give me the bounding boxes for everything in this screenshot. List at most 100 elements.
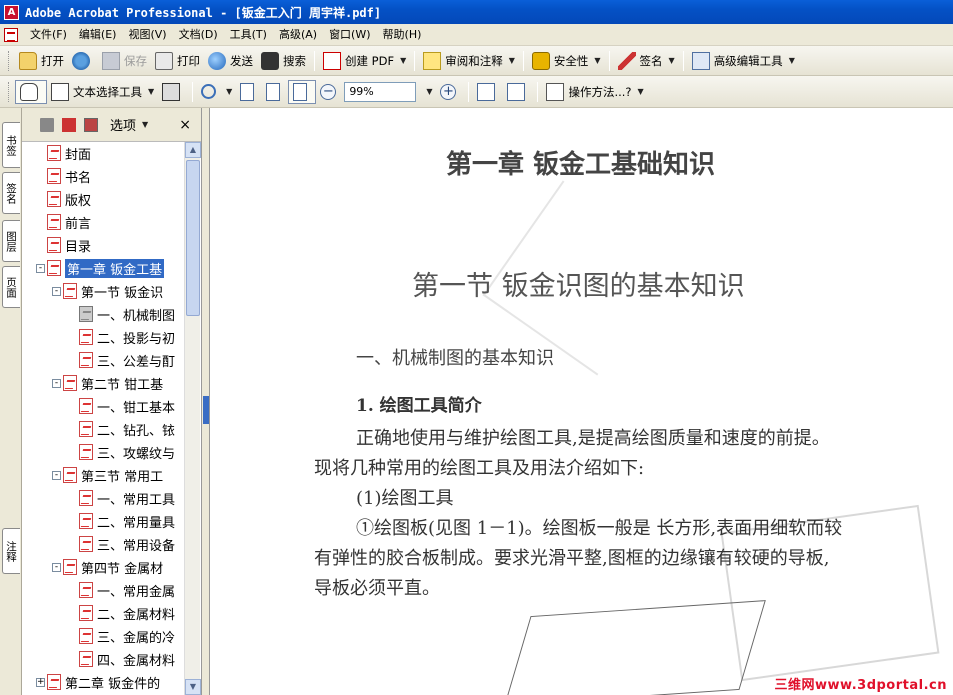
send-button[interactable]: 发送 bbox=[204, 49, 257, 73]
bookmark-item[interactable]: 书名 bbox=[36, 165, 91, 187]
zoom-in-button[interactable]: + bbox=[436, 80, 464, 104]
fit-page-button[interactable] bbox=[262, 80, 288, 104]
sign-button[interactable]: 签名 ▼ bbox=[614, 49, 679, 73]
scroll-up-icon[interactable]: ▲ bbox=[185, 142, 201, 158]
zoom-input[interactable]: 99% bbox=[344, 81, 417, 102]
scroll-down-icon[interactable]: ▼ bbox=[185, 679, 201, 695]
bookmark-item[interactable]: 目录 bbox=[36, 234, 91, 256]
bookmark-item[interactable]: 三、攻螺纹与 bbox=[68, 441, 175, 463]
tab-comments[interactable]: 注释 bbox=[2, 528, 20, 574]
options-menu[interactable]: 选项 bbox=[110, 115, 136, 134]
tab-bookmarks[interactable]: 书签 bbox=[2, 122, 20, 168]
bookmark-item[interactable]: 版权 bbox=[36, 188, 91, 210]
menu-view[interactable]: 视图(V) bbox=[122, 25, 172, 45]
create-pdf-button[interactable]: 创建 PDF ▼ bbox=[319, 49, 410, 73]
bookmark-item[interactable]: 一、常用工具 bbox=[68, 487, 175, 509]
trash-icon[interactable] bbox=[40, 117, 54, 132]
menu-advanced[interactable]: 高级(A) bbox=[273, 25, 323, 45]
menu-help[interactable]: 帮助(H) bbox=[377, 25, 428, 45]
rotate-ccw-button[interactable] bbox=[503, 80, 533, 104]
bookmark-item[interactable]: - 第三节 常用工 bbox=[52, 464, 163, 486]
how-to-button[interactable]: 操作方法...? ▼ bbox=[542, 80, 647, 104]
menu-edit[interactable]: 编辑(E) bbox=[73, 25, 123, 45]
open-button[interactable]: 打开 bbox=[15, 49, 68, 73]
hand-tool-button[interactable] bbox=[15, 79, 47, 104]
close-panel-button[interactable]: × bbox=[179, 117, 191, 133]
menu-document[interactable]: 文档(D) bbox=[173, 25, 224, 45]
tab-signatures[interactable]: 签名 bbox=[2, 172, 20, 214]
bookmark-item[interactable]: 三、公差与酊 bbox=[68, 349, 175, 371]
toolbar-grip[interactable] bbox=[8, 81, 11, 102]
scroll-thumb[interactable] bbox=[186, 160, 200, 316]
chevron-down-icon[interactable]: ▼ bbox=[148, 87, 154, 96]
bookmark-icon bbox=[79, 536, 93, 552]
search-button[interactable]: 搜索 bbox=[257, 49, 310, 73]
review-comment-button[interactable]: 审阅和注释 ▼ bbox=[419, 49, 519, 73]
bookmark-item[interactable]: 三、金属的冷 bbox=[68, 625, 175, 647]
bookmark-item[interactable]: - 第二节 钳工基 bbox=[52, 372, 163, 394]
bookmark-label: 目录 bbox=[65, 239, 92, 255]
bookmark-item[interactable]: - 第一节 钣金识 bbox=[52, 280, 163, 302]
chevron-down-icon[interactable]: ▼ bbox=[509, 56, 515, 65]
new-bookmark-icon[interactable] bbox=[62, 117, 76, 132]
bookmark-item[interactable]: - 第四节 金属材 bbox=[52, 556, 163, 578]
fit-width-button[interactable] bbox=[288, 79, 317, 104]
bookmark-item[interactable]: - 第一章 钣金工基 bbox=[36, 257, 165, 279]
zoom-dropdown-button[interactable]: ▼ bbox=[416, 80, 436, 104]
panel-splitter[interactable] bbox=[202, 108, 210, 695]
print-button[interactable]: 打印 bbox=[151, 49, 204, 73]
toolbar-separator bbox=[608, 50, 610, 71]
bookmark-label: 二、投影与初 bbox=[97, 331, 176, 347]
bookmark-item[interactable]: 封面 bbox=[36, 142, 91, 164]
menu-window[interactable]: 窗口(W) bbox=[323, 25, 376, 45]
chevron-down-icon[interactable]: ▼ bbox=[142, 120, 148, 129]
bookmark-item[interactable]: + 第二章 钣金件的 bbox=[36, 671, 160, 693]
zoom-out-button[interactable]: − bbox=[316, 80, 344, 104]
snapshot-button[interactable] bbox=[158, 80, 188, 104]
bookmark-label: 三、公差与酊 bbox=[97, 354, 176, 370]
bookmark-icon bbox=[79, 605, 93, 621]
security-label: 安全性 bbox=[553, 53, 589, 68]
bookmark-item[interactable]: 二、钻孔、铱 bbox=[68, 418, 175, 440]
tab-layers[interactable]: 图层 bbox=[2, 220, 20, 262]
zoom-tool-button[interactable]: ▼ bbox=[197, 80, 236, 104]
bookmark-item[interactable]: 一、常用金属 bbox=[68, 579, 175, 601]
rotate-cw-button[interactable] bbox=[473, 80, 503, 104]
security-button[interactable]: 安全性 ▼ bbox=[528, 49, 605, 73]
chevron-down-icon[interactable]: ▼ bbox=[638, 87, 644, 96]
pen-icon bbox=[617, 51, 636, 70]
splitter-handle[interactable] bbox=[203, 396, 209, 424]
bookmark-item[interactable]: 四、金属材料 bbox=[68, 648, 175, 670]
menu-file[interactable]: 文件(F) bbox=[24, 25, 73, 45]
bookmark-item[interactable]: 二、投影与初 bbox=[68, 326, 175, 348]
save-button[interactable]: 保存 bbox=[98, 49, 151, 73]
text-select-button[interactable]: 文本选择工具 ▼ bbox=[47, 80, 158, 104]
chevron-down-icon[interactable]: ▼ bbox=[669, 56, 675, 65]
tab-pages[interactable]: 页面 bbox=[2, 266, 20, 308]
bookmark-item[interactable]: 前言 bbox=[36, 211, 91, 233]
expand-bookmark-icon[interactable] bbox=[84, 117, 98, 132]
bookmark-item[interactable]: 三、常用设备 bbox=[68, 533, 175, 555]
expand-icon[interactable]: + bbox=[36, 677, 45, 687]
bookmark-item[interactable]: 一、钳工基本 bbox=[68, 395, 175, 417]
toolbar-grip[interactable] bbox=[8, 50, 11, 71]
chevron-down-icon[interactable]: ▼ bbox=[400, 56, 406, 65]
organizer-button[interactable] bbox=[68, 49, 98, 73]
bookmark-scrollbar[interactable]: ▲ ▼ bbox=[184, 142, 201, 695]
bookmark-item[interactable]: 二、金属材料 bbox=[68, 602, 175, 624]
collapse-icon[interactable]: - bbox=[52, 470, 61, 480]
chevron-down-icon[interactable]: ▼ bbox=[226, 87, 232, 96]
bookmark-item[interactable]: 一、机械制图 bbox=[68, 303, 175, 325]
collapse-icon[interactable]: - bbox=[52, 378, 61, 388]
collapse-icon[interactable]: - bbox=[52, 562, 61, 572]
collapse-icon[interactable]: - bbox=[52, 286, 61, 296]
menu-tools[interactable]: 工具(T) bbox=[224, 25, 273, 45]
advanced-edit-button[interactable]: 高级编辑工具 ▼ bbox=[688, 49, 799, 73]
collapse-icon[interactable]: - bbox=[36, 263, 45, 273]
chevron-down-icon[interactable]: ▼ bbox=[594, 56, 600, 65]
actual-size-button[interactable] bbox=[236, 80, 262, 104]
bookmarks-panel-header: 选项 ▼ × bbox=[22, 108, 201, 142]
bookmark-item[interactable]: 二、常用量具 bbox=[68, 510, 175, 532]
paragraph-line: 正确地使用与维护绘图工具,是提高绘图质量和速度的前提。 bbox=[356, 428, 830, 449]
chevron-down-icon[interactable]: ▼ bbox=[789, 56, 795, 65]
